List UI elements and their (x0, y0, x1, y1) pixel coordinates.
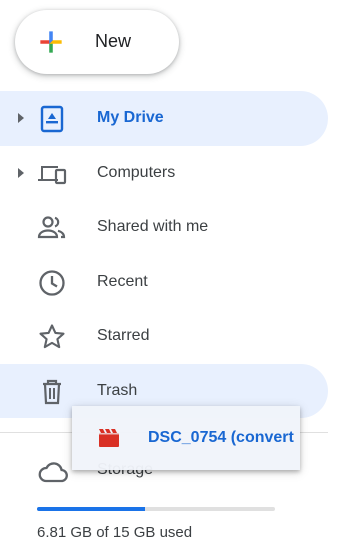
expand-caret-icon[interactable] (16, 112, 26, 124)
trash-icon (43, 379, 61, 404)
storage-usage-bar (37, 507, 275, 511)
sidebar-item-label: Starred (97, 327, 150, 344)
new-button[interactable]: New (15, 10, 179, 74)
video-file-icon (99, 429, 119, 447)
sidebar-item-label: Recent (97, 272, 148, 290)
my-drive-icon (40, 105, 64, 133)
sidebar-nav: My Drive Computers Shared with me Recent… (0, 91, 328, 418)
expand-caret-icon[interactable] (16, 167, 26, 179)
storage-usage-text: 6.81 GB of 15 GB used (37, 524, 193, 541)
sidebar-item-label: My Drive (97, 109, 164, 126)
new-button-label: New (95, 31, 132, 51)
dragged-file-name: DSC_0754 (convert (148, 429, 294, 446)
recent-clock-icon (39, 269, 65, 296)
storage-usage-fill (37, 507, 146, 511)
shared-with-me-icon (37, 216, 66, 239)
sidebar-item-starred[interactable]: Starred (0, 309, 328, 364)
sidebar-item-recent[interactable]: Recent (0, 255, 328, 310)
sidebar-item-computers[interactable]: Computers (0, 146, 328, 201)
sidebar-item-label: Trash (97, 381, 138, 399)
plus-multicolor-icon (40, 31, 62, 53)
sidebar-item-label: Shared with me (97, 218, 209, 235)
sidebar-item-shared-with-me[interactable]: Shared with me (0, 200, 328, 255)
sidebar-item-my-drive[interactable]: My Drive (0, 91, 328, 146)
star-icon (39, 324, 65, 349)
cloud-icon (38, 462, 68, 483)
computers-icon (38, 165, 67, 184)
dragged-file-chip[interactable]: DSC_0754 (convert (72, 406, 300, 470)
sidebar-item-label: Computers (97, 163, 176, 181)
